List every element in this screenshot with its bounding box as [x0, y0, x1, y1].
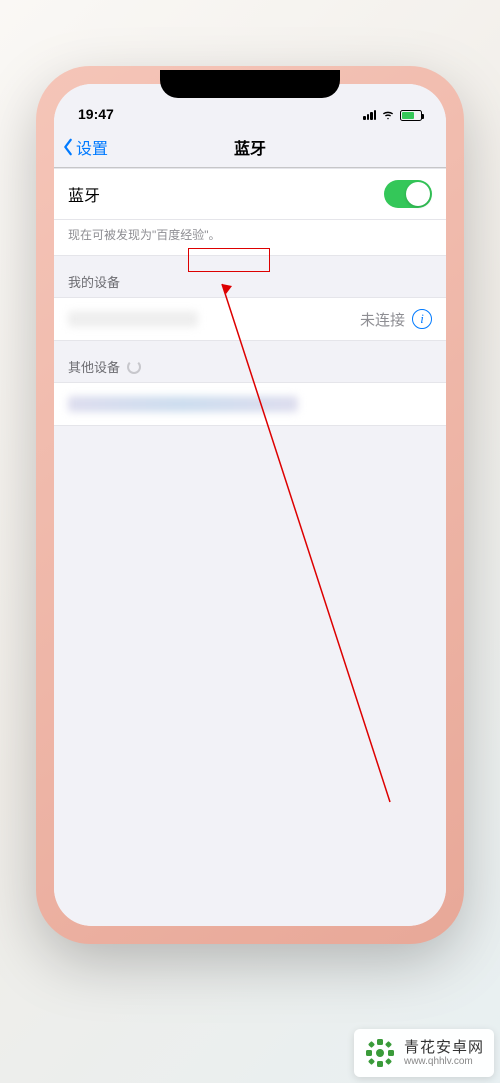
- bluetooth-toggle-row[interactable]: 蓝牙: [54, 168, 446, 220]
- my-devices-label: 我的设备: [68, 272, 120, 291]
- status-time: 19:47: [78, 106, 114, 122]
- other-device-name-redacted: [68, 396, 298, 412]
- status-icons: [363, 108, 422, 122]
- bluetooth-label: 蓝牙: [68, 182, 100, 206]
- chevron-left-icon: [62, 138, 74, 156]
- page-title: 蓝牙: [234, 135, 266, 159]
- back-label: 设置: [76, 135, 108, 159]
- cellular-signal-icon: [363, 110, 376, 120]
- device-name-redacted: [68, 311, 198, 327]
- screen: 19:47 设置 蓝牙 蓝牙 现在可被发现为"百度经验"。 我的设备: [54, 84, 446, 926]
- my-device-row[interactable]: 未连接 i: [54, 297, 446, 341]
- bluetooth-toggle[interactable]: [384, 180, 432, 208]
- wifi-icon: [381, 108, 395, 122]
- phone-frame: 19:47 设置 蓝牙 蓝牙 现在可被发现为"百度经验"。 我的设备: [40, 70, 460, 940]
- other-devices-label: 其他设备: [68, 357, 120, 376]
- spinner-icon: [127, 360, 141, 374]
- other-devices-header: 其他设备: [54, 341, 446, 382]
- device-status: 未连接: [360, 309, 405, 330]
- device-status-area: 未连接 i: [360, 309, 432, 330]
- notch: [160, 70, 340, 98]
- nav-bar: 设置 蓝牙: [54, 126, 446, 168]
- content: 蓝牙 现在可被发现为"百度经验"。 我的设备 未连接 i 其他设备: [54, 168, 446, 926]
- annotation-box: [188, 248, 270, 272]
- watermark-logo-icon: [364, 1037, 396, 1069]
- watermark-title: 青花安卓网: [404, 1039, 484, 1056]
- other-device-row[interactable]: [54, 382, 446, 426]
- back-button[interactable]: 设置: [62, 126, 108, 167]
- watermark: 青花安卓网 www.qhhlv.com: [354, 1029, 494, 1077]
- watermark-url: www.qhhlv.com: [404, 1056, 484, 1068]
- info-icon[interactable]: i: [412, 309, 432, 329]
- battery-icon: [400, 110, 422, 121]
